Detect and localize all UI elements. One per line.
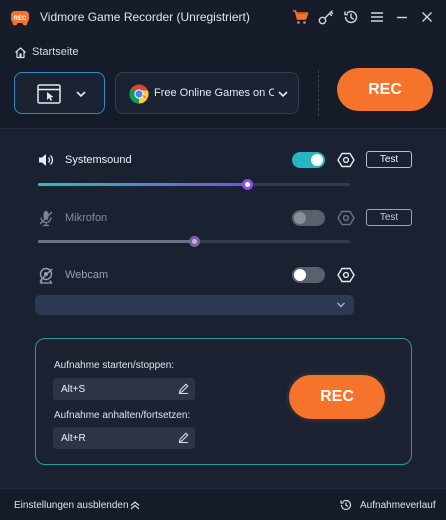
hotkey-start-stop-value: Alt+S xyxy=(61,384,86,395)
breadcrumb[interactable]: Startseite xyxy=(14,44,78,60)
microphone-volume-slider[interactable] xyxy=(38,236,350,247)
cart-icon[interactable] xyxy=(291,8,309,26)
home-icon xyxy=(15,46,26,58)
app-logo-icon: REC xyxy=(10,8,30,26)
microphone-toggle[interactable] xyxy=(292,210,325,226)
source-selector-dropdown[interactable]: Free Online Games on Cr... xyxy=(115,72,299,114)
webcam-device-select[interactable] xyxy=(35,295,354,315)
edit-icon[interactable] xyxy=(178,432,189,443)
webcam-settings-icon[interactable] xyxy=(337,266,355,284)
system-volume-slider[interactable] xyxy=(38,179,350,190)
rec-large-button[interactable]: REC xyxy=(289,375,385,419)
breadcrumb-home-label: Startseite xyxy=(32,46,79,58)
window-title: Vidmore Game Recorder (Unregistriert) xyxy=(40,10,250,24)
system-volume-thumb[interactable] xyxy=(242,179,254,190)
recording-history-link[interactable]: Aufnahmeverlauf xyxy=(360,500,436,511)
rec-button[interactable]: REC xyxy=(337,68,433,111)
speaker-icon xyxy=(37,151,55,169)
edit-icon[interactable] xyxy=(178,383,189,394)
hotkey-start-stop-label: Aufnahme starten/stoppen: xyxy=(54,360,175,371)
system-sound-toggle[interactable] xyxy=(292,152,325,168)
source-label: Free Online Games on Cr... xyxy=(154,87,274,99)
hotkey-pause-label: Aufnahme anhalten/fortsetzen: xyxy=(54,410,191,421)
minimize-icon[interactable] xyxy=(393,8,411,26)
hotkey-start-stop-field[interactable]: Alt+S xyxy=(53,378,195,400)
chevron-down-icon xyxy=(278,91,288,98)
webcam-icon xyxy=(37,266,55,284)
system-sound-test-button[interactable]: Test xyxy=(366,151,412,168)
microphone-volume-fill xyxy=(38,240,194,243)
title-bar: REC Vidmore Game Recorder (Unregistriert… xyxy=(0,0,446,34)
microphone-test-button[interactable]: Test xyxy=(366,209,412,226)
system-sound-label: Systemsound xyxy=(65,154,132,166)
logo-badge-text: REC xyxy=(14,16,27,22)
system-volume-fill xyxy=(38,183,248,186)
history-icon[interactable] xyxy=(339,498,353,512)
microphone-settings-icon[interactable] xyxy=(337,209,355,227)
key-icon[interactable] xyxy=(317,8,335,26)
microphone-volume-thumb[interactable] xyxy=(189,236,200,247)
window-cursor-icon xyxy=(37,84,61,104)
chrome-icon xyxy=(129,84,149,104)
hide-settings-link[interactable]: Einstellungen ausblenden xyxy=(14,500,129,511)
chevron-down-icon xyxy=(76,91,86,98)
webcam-label: Webcam xyxy=(65,269,109,281)
menu-icon[interactable] xyxy=(368,8,386,26)
microphone-label: Mikrofon xyxy=(65,212,108,224)
chevron-down-icon xyxy=(337,302,345,308)
vertical-divider xyxy=(318,70,319,116)
hotkey-panel: Aufnahme starten/stoppen: Alt+S Aufnahme… xyxy=(35,338,412,465)
hotkey-pause-value: Alt+R xyxy=(61,433,86,444)
history-icon[interactable] xyxy=(342,8,360,26)
close-icon[interactable] xyxy=(418,8,436,26)
hotkey-pause-field[interactable]: Alt+R xyxy=(53,427,195,449)
footer-bar: Einstellungen ausblenden Aufnahmeverlauf xyxy=(0,488,446,520)
chevron-double-up-icon[interactable] xyxy=(129,499,141,511)
microphone-icon xyxy=(37,209,55,227)
area-selector-button[interactable] xyxy=(14,72,105,114)
webcam-toggle[interactable] xyxy=(292,267,325,283)
system-sound-settings-icon[interactable] xyxy=(337,151,355,169)
